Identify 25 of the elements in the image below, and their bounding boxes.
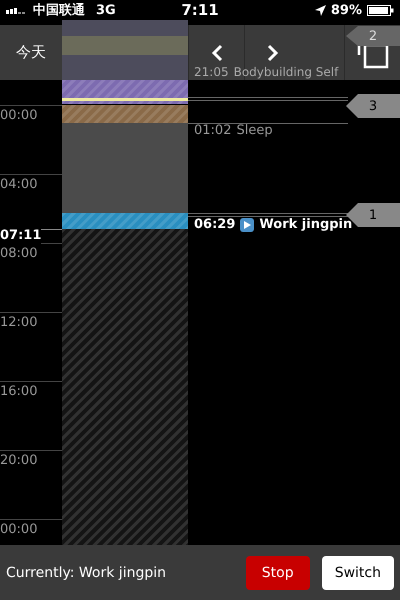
- location-arrow-icon: [314, 4, 326, 16]
- switch-button[interactable]: Switch: [322, 556, 394, 590]
- hour-label: 12:00: [0, 315, 38, 331]
- carrier-name: 中国联通: [33, 2, 85, 19]
- today-button[interactable]: 今天: [0, 25, 62, 80]
- hour-label: 00:00: [0, 522, 38, 538]
- event-entry[interactable]: 21:05 Bodybuilding Self: [194, 65, 338, 79]
- hour-label: 04:00: [0, 177, 38, 193]
- hour-label: 08:00: [0, 246, 38, 262]
- network-type: 3G: [96, 2, 116, 18]
- chevron-left-icon: [210, 44, 222, 62]
- stop-button[interactable]: Stop: [246, 556, 310, 590]
- current-activity-text: Currently: Work jingpin: [6, 564, 166, 580]
- hour-label: 16:00: [0, 384, 38, 400]
- battery-percentage: 89%: [330, 2, 362, 18]
- signal-icon: [6, 6, 28, 14]
- play-icon: [240, 218, 254, 232]
- clock-time: 7:11: [181, 1, 219, 19]
- event-entry[interactable]: 01:02 Sleep: [194, 123, 273, 138]
- hour-label: 20:00: [0, 453, 38, 469]
- current-time-label: 07:11: [0, 228, 42, 244]
- battery-icon: [367, 4, 394, 16]
- count-tab[interactable]: 3: [346, 94, 400, 118]
- chevron-right-icon: [266, 44, 278, 62]
- hour-label: 00:00: [0, 108, 38, 124]
